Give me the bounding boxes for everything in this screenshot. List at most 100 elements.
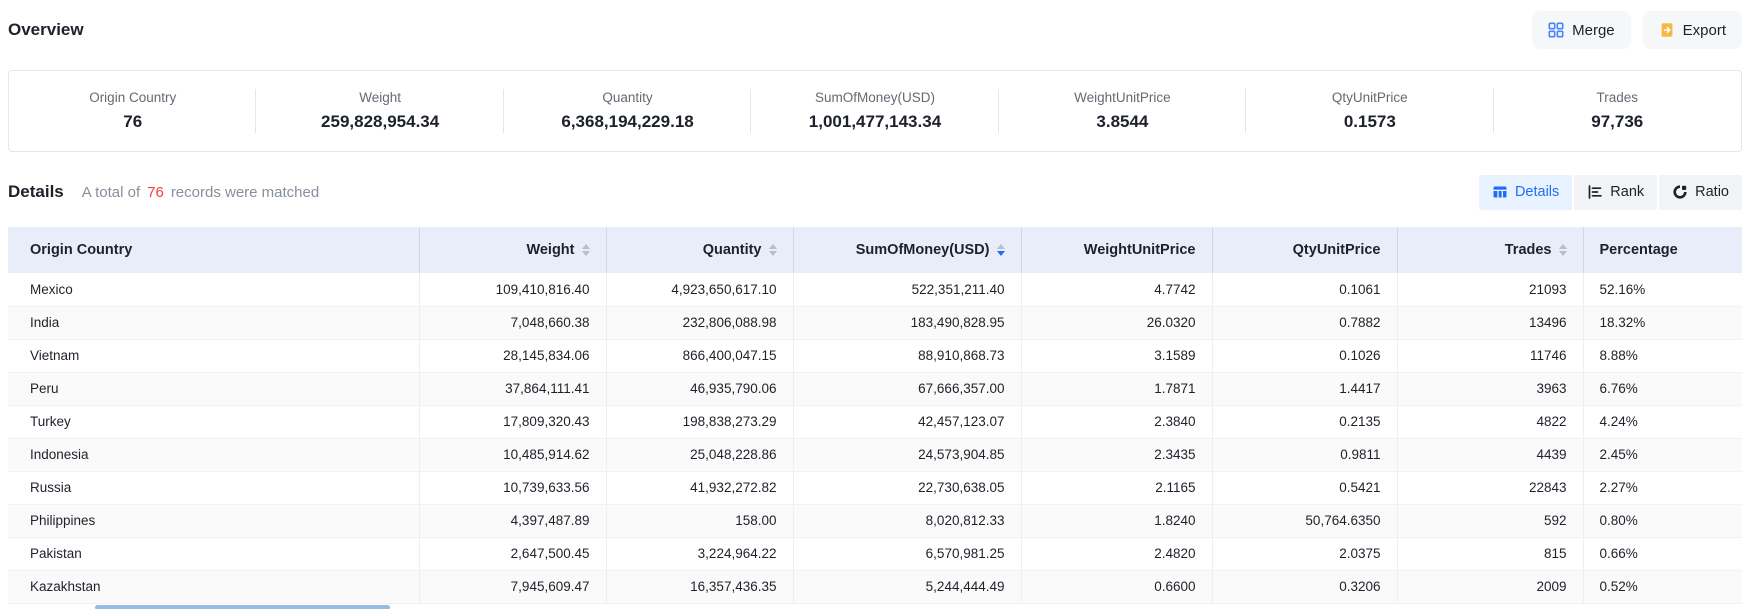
column-header-trades[interactable]: Trades: [1397, 227, 1583, 273]
value-cell: 0.6600: [1021, 570, 1212, 603]
ratio-icon: [1672, 184, 1688, 200]
value-cell: 6.76%: [1583, 372, 1742, 405]
stat-value: 76: [123, 112, 142, 132]
scrollbar-thumb[interactable]: [95, 605, 390, 609]
value-cell: 0.52%: [1583, 570, 1742, 603]
records-matched-text: A total of 76 records were matched: [82, 184, 319, 201]
merge-button[interactable]: Merge: [1532, 11, 1631, 49]
value-cell: 46,935,790.06: [606, 372, 793, 405]
table-row: Pakistan2,647,500.453,224,964.226,570,98…: [8, 537, 1742, 570]
value-cell: 2,647,500.45: [419, 537, 606, 570]
sort-caret-up-icon: [769, 244, 777, 249]
value-cell: 4.7742: [1021, 273, 1212, 306]
rank-icon: [1587, 184, 1603, 200]
sort-icon[interactable]: [582, 244, 590, 256]
topbar-actions: Merge Export: [1532, 11, 1742, 49]
sort-caret-down-icon: [997, 251, 1005, 256]
export-icon: [1659, 22, 1675, 38]
value-cell: 42,457,123.07: [793, 405, 1021, 438]
sort-caret-down-icon: [1559, 251, 1567, 256]
view-switch: Details RankRatio: [1479, 175, 1742, 210]
summary-stat-weightunitprice: WeightUnitPrice 3.8544: [999, 71, 1246, 151]
summary-stat-sumofmoney-usd: SumOfMoney(USD)1,001,477,143.34: [751, 71, 998, 151]
view-tab-rank[interactable]: Rank: [1574, 175, 1657, 210]
stat-value: 0.1573: [1344, 112, 1396, 132]
value-cell: 0.3206: [1212, 570, 1397, 603]
column-header-quantity[interactable]: Quantity: [606, 227, 793, 273]
view-tab-label: Details: [1515, 184, 1559, 200]
country-cell: Mexico: [8, 273, 419, 306]
value-cell: 0.2135: [1212, 405, 1397, 438]
stat-value: 3.8544: [1096, 112, 1148, 132]
sort-icon[interactable]: [769, 244, 777, 256]
value-cell: 4822: [1397, 405, 1583, 438]
table-body: Mexico109,410,816.404,923,650,617.10522,…: [8, 273, 1742, 603]
table-row: Mexico109,410,816.404,923,650,617.10522,…: [8, 273, 1742, 306]
records-suffix: records were matched: [171, 184, 319, 201]
overview-page: Overview Merge: [0, 0, 1750, 604]
value-cell: 109,410,816.40: [419, 273, 606, 306]
column-header-inner: WeightUnitPrice: [1022, 242, 1212, 258]
value-cell: 232,806,088.98: [606, 306, 793, 339]
value-cell: 50,764.6350: [1212, 504, 1397, 537]
country-cell: India: [8, 306, 419, 339]
column-header-qtyunitprice: QtyUnitPrice: [1212, 227, 1397, 273]
table-row: Peru37,864,111.4146,935,790.0667,666,357…: [8, 372, 1742, 405]
stat-value: 6,368,194,229.18: [561, 112, 693, 132]
value-cell: 1.8240: [1021, 504, 1212, 537]
value-cell: 2.0375: [1212, 537, 1397, 570]
value-cell: 17,809,320.43: [419, 405, 606, 438]
country-cell: Russia: [8, 471, 419, 504]
topbar: Overview Merge: [8, 0, 1742, 50]
summary-stat-trades: Trades97,736: [1494, 71, 1741, 151]
details-bar: Details A total of 76 records were match…: [8, 174, 1742, 210]
stat-label: Origin Country: [89, 90, 176, 105]
value-cell: 1.4417: [1212, 372, 1397, 405]
column-header-label: Percentage: [1600, 242, 1678, 258]
value-cell: 198,838,273.29: [606, 405, 793, 438]
country-cell: Vietnam: [8, 339, 419, 372]
horizontal-scrollbar[interactable]: [8, 605, 1742, 609]
value-cell: 10,739,633.56: [419, 471, 606, 504]
value-cell: 1.7871: [1021, 372, 1212, 405]
column-header-inner: SumOfMoney(USD): [794, 242, 1021, 258]
sort-caret-up-icon: [582, 244, 590, 249]
value-cell: 16,357,436.35: [606, 570, 793, 603]
value-cell: 0.7882: [1212, 306, 1397, 339]
column-header-label: Weight: [526, 242, 574, 258]
stat-label: Trades: [1596, 90, 1638, 105]
value-cell: 0.80%: [1583, 504, 1742, 537]
value-cell: 4.24%: [1583, 405, 1742, 438]
column-header-sumofmoney-usd[interactable]: SumOfMoney(USD): [793, 227, 1021, 273]
column-header-inner: Percentage: [1584, 242, 1743, 258]
table-row: Philippines4,397,487.89158.008,020,812.3…: [8, 504, 1742, 537]
view-tab-ratio[interactable]: Ratio: [1659, 175, 1742, 210]
details-table: Origin Country Weight QuantitySumOfMoney(U…: [8, 227, 1742, 604]
value-cell: 2.27%: [1583, 471, 1742, 504]
value-cell: 18.32%: [1583, 306, 1742, 339]
country-cell: Indonesia: [8, 438, 419, 471]
stat-label: WeightUnitPrice: [1074, 90, 1171, 105]
value-cell: 88,910,868.73: [793, 339, 1021, 372]
value-cell: 0.1026: [1212, 339, 1397, 372]
summary-stat-qtyunitprice: QtyUnitPrice0.1573: [1246, 71, 1493, 151]
value-cell: 0.5421: [1212, 471, 1397, 504]
column-header-inner: Origin Country: [8, 242, 419, 258]
sort-icon[interactable]: [1559, 244, 1567, 256]
stat-value: 1,001,477,143.34: [809, 112, 941, 132]
table-row: Russia10,739,633.5641,932,272.8222,730,6…: [8, 471, 1742, 504]
view-tab-details[interactable]: Details: [1479, 175, 1572, 210]
records-count: 76: [147, 184, 164, 201]
export-button[interactable]: Export: [1643, 11, 1742, 49]
value-cell: 26.0320: [1021, 306, 1212, 339]
country-cell: Peru: [8, 372, 419, 405]
value-cell: 13496: [1397, 306, 1583, 339]
value-cell: 6,570,981.25: [793, 537, 1021, 570]
column-header-percentage: Percentage: [1583, 227, 1742, 273]
sort-icon[interactable]: [997, 244, 1005, 256]
column-header-weight[interactable]: Weight: [419, 227, 606, 273]
value-cell: 5,244,444.49: [793, 570, 1021, 603]
stat-label: Weight: [359, 90, 401, 105]
value-cell: 41,932,272.82: [606, 471, 793, 504]
export-button-label: Export: [1683, 22, 1726, 39]
